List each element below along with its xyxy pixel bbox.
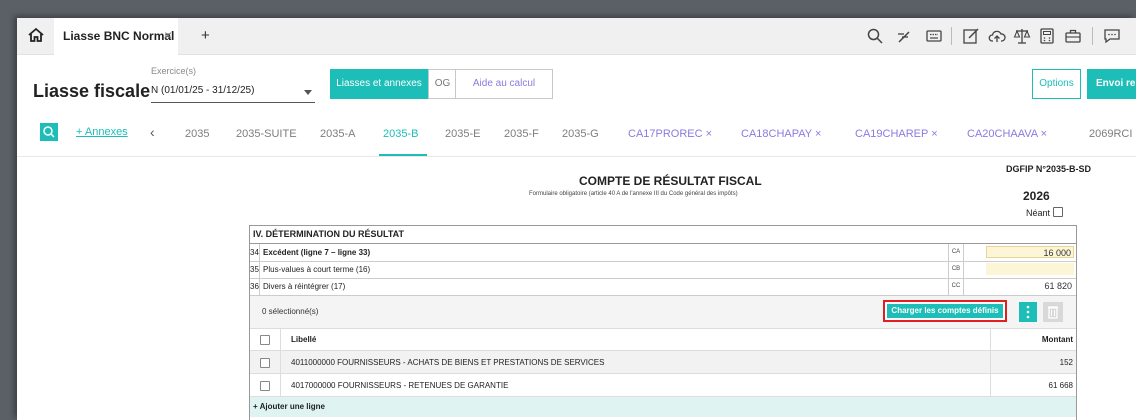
line-label: 4011000000 FOURNISSEURS - ACHATS DE BIEN… [291, 358, 605, 367]
more-options-button[interactable] [1019, 302, 1037, 322]
form-tab-ca19charep[interactable]: CA19CHAREP × [855, 128, 938, 140]
edit-icon[interactable] [962, 27, 980, 45]
column-divider [990, 374, 991, 396]
list-item[interactable]: 4017000000 FOURNISSEURS - RETENUES DE GA… [250, 374, 1076, 397]
row-number: 35 [250, 261, 260, 278]
chevron-down-icon [304, 90, 312, 95]
line-label: 4017000000 FOURNISSEURS - RETENUES DE GA… [291, 381, 509, 390]
row-label: Plus-values à court terme (16) [263, 265, 371, 274]
chat-icon[interactable] [1103, 27, 1121, 45]
row-code: CC [948, 278, 964, 295]
more-vertical-icon [1026, 305, 1030, 319]
row-number: 36 [250, 278, 260, 295]
form-tabs-nav: + Annexes ‹ 2035 2035-SUITE 2035-A 2035-… [17, 118, 1136, 156]
options-button[interactable]: Options [1032, 69, 1081, 99]
column-divider [280, 329, 281, 350]
tab-liasse-bnc[interactable]: Liasse BNC Normal × [54, 18, 178, 56]
selection-count: 0 sélectionné(s) [262, 307, 319, 316]
excedent-input[interactable]: 16 000 [986, 246, 1074, 258]
calculator-icon[interactable] [1038, 27, 1056, 45]
table-row: 34 Excédent (ligne 7 – ligne 33) CA 16 0… [250, 244, 1076, 262]
add-tab-button[interactable]: + [201, 27, 210, 44]
add-line-label: + Ajouter une ligne [253, 402, 325, 411]
exercise-select[interactable]: N (01/01/25 - 31/12/25) [151, 82, 315, 103]
result-table: IV. DÉTERMINATION DU RÉSULTAT 34 Excéden… [249, 225, 1077, 420]
row-code: CA [948, 244, 964, 261]
form-tab-2069rci[interactable]: 2069RCI [1089, 128, 1132, 140]
tab-label: Liasse BNC Normal [63, 29, 175, 43]
trash-icon [1048, 306, 1058, 319]
table-row: 35 Plus-values à court terme (16) CB [250, 261, 1076, 279]
form-tab-ca17prorec[interactable]: CA17PROREC × [628, 128, 712, 140]
add-line-button[interactable]: + Ajouter une ligne [250, 397, 1076, 417]
form-tab-ca18chapay[interactable]: CA18CHAPAY × [741, 128, 821, 140]
keyboard-icon[interactable] [925, 27, 943, 45]
column-divider [990, 351, 991, 373]
app-window: Liasse BNC Normal × + Exercice(s) Liasse… [17, 18, 1136, 420]
divers-value: 61 820 [1044, 281, 1072, 291]
cloud-upload-icon[interactable] [988, 27, 1006, 45]
row-label: Divers à réintégrer (17) [263, 282, 346, 291]
row-number: 34 [250, 244, 260, 261]
neant-label: Néant [1026, 208, 1051, 218]
form-tab-2035-b[interactable]: 2035-B [383, 128, 418, 140]
search-button[interactable] [40, 123, 58, 141]
neant-field: Néant [1026, 207, 1063, 218]
aide-calcul-button[interactable]: Aide au calcul [455, 69, 553, 99]
form-subtitle: Formulaire obligatoire (article 40 A de … [529, 191, 738, 197]
liasses-annexes-button[interactable]: Liasses et annexes [330, 69, 428, 99]
tab-bar: Liasse BNC Normal × + [17, 18, 1136, 56]
toolbar-divider [1092, 27, 1093, 45]
lines-header: Libellé Montant [250, 329, 1076, 351]
selection-toolbar: 0 sélectionné(s) Charger les comptes déf… [250, 296, 1076, 329]
home-icon[interactable] [27, 26, 45, 44]
magic-icon[interactable] [896, 27, 914, 45]
form-tab-2035-e[interactable]: 2035-E [445, 128, 480, 140]
row-code: CB [948, 261, 964, 278]
table-row: 36 Divers à réintégrer (17) CC 61 820 [250, 278, 1076, 296]
form-tab-2035-suite[interactable]: 2035-SUITE [236, 128, 297, 140]
tab-close-icon[interactable]: × [164, 27, 172, 43]
column-divider [990, 329, 991, 350]
line-amount: 152 [1059, 358, 1073, 367]
form-tab-ca20chaava[interactable]: CA20CHAAVA × [967, 128, 1047, 140]
form-reference: DGFIP N°2035-B-SD [1006, 164, 1091, 174]
search-icon[interactable] [866, 27, 884, 45]
form-year: 2026 [1023, 189, 1050, 203]
balance-icon[interactable] [1013, 27, 1031, 45]
page-title: Liasse fiscale [33, 81, 151, 101]
section-title: IV. DÉTERMINATION DU RÉSULTAT [253, 229, 405, 239]
chevron-left-icon[interactable]: ‹ [150, 124, 155, 140]
list-item[interactable]: 4011000000 FOURNISSEURS - ACHATS DE BIEN… [250, 351, 1076, 374]
line-amount: 61 668 [1048, 381, 1073, 390]
column-divider [280, 374, 281, 396]
add-annexes-link[interactable]: + Annexes [76, 126, 128, 138]
form-tab-2035[interactable]: 2035 [185, 128, 209, 140]
briefcase-icon[interactable] [1064, 27, 1082, 45]
row-label: Excédent (ligne 7 – ligne 33) [263, 248, 371, 257]
row-checkbox[interactable] [260, 358, 270, 368]
envoi-button[interactable]: Envoi re [1087, 69, 1136, 99]
nav-divider [17, 156, 1136, 157]
form-title: COMPTE DE RÉSULTAT FISCAL [579, 174, 762, 188]
charger-comptes-button[interactable]: Charger les comptes définis [883, 300, 1007, 322]
column-divider [280, 351, 281, 373]
exercise-select-value: N (01/01/25 - 31/12/25) [151, 85, 255, 96]
form-tab-2035-a[interactable]: 2035-A [320, 128, 355, 140]
og-button[interactable]: OG [428, 69, 457, 99]
column-header-montant: Montant [1041, 335, 1073, 344]
neant-checkbox[interactable] [1052, 207, 1063, 217]
search-icon [43, 126, 55, 138]
toolbar-divider [951, 27, 952, 45]
form-tab-2035-f[interactable]: 2035-F [504, 128, 539, 140]
row-checkbox[interactable] [260, 381, 270, 391]
column-header-libelle: Libellé [291, 335, 317, 344]
charger-comptes-label: Charger les comptes définis [887, 304, 1003, 318]
form-tab-2035-g[interactable]: 2035-G [562, 128, 599, 140]
exercise-label: Exercice(s) [151, 66, 197, 76]
plus-values-input[interactable] [986, 263, 1074, 275]
select-all-checkbox[interactable] [260, 335, 270, 345]
section-header: IV. DÉTERMINATION DU RÉSULTAT [250, 226, 1076, 244]
delete-button[interactable] [1043, 302, 1063, 322]
